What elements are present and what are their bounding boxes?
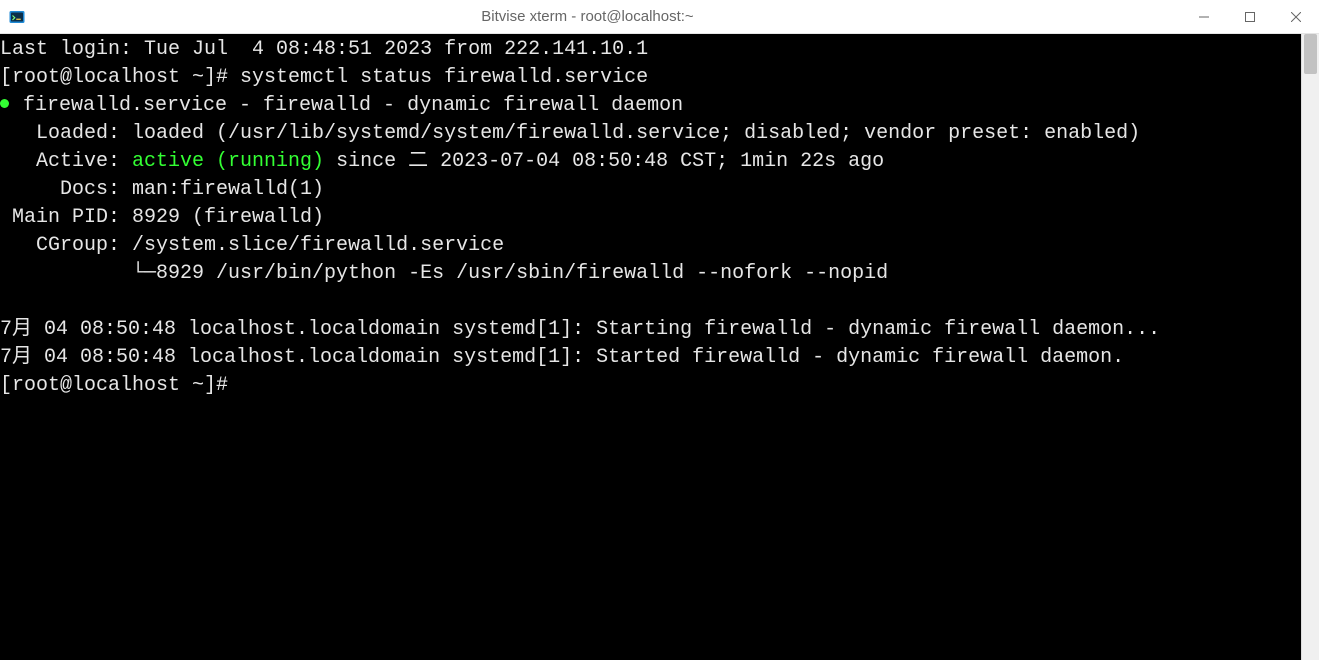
minimize-button[interactable] — [1181, 0, 1227, 34]
scrollbar-thumb[interactable] — [1304, 34, 1317, 74]
close-icon — [1291, 12, 1301, 22]
docs-line: Docs: man:firewalld(1) — [0, 178, 324, 201]
prompt-line-1: [root@localhost ~]# systemctl status fir… — [0, 66, 648, 89]
last-login-line: Last login: Tue Jul 4 08:48:51 2023 from… — [0, 38, 648, 61]
app-icon — [0, 0, 34, 34]
main-pid-line: Main PID: 8929 (firewalld) — [0, 206, 324, 229]
window-controls — [1181, 0, 1319, 34]
window-titlebar: Bitvise xterm - root@localhost:~ — [0, 0, 1319, 34]
command-1: systemctl status firewalld.service — [240, 66, 648, 89]
log-line-2: 7月 04 08:50:48 localhost.localdomain sys… — [0, 346, 1124, 369]
window-title: Bitvise xterm - root@localhost:~ — [34, 8, 1181, 25]
close-button[interactable] — [1273, 0, 1319, 34]
active-label: Active: — [0, 150, 132, 173]
cgroup-line: CGroup: /system.slice/firewalld.service — [0, 234, 504, 257]
cgroup-child-line: └─8929 /usr/bin/python -Es /usr/sbin/fir… — [0, 262, 888, 285]
bitvise-icon — [8, 8, 26, 26]
log-line-1: 7月 04 08:50:48 localhost.localdomain sys… — [0, 318, 1160, 341]
unit-text: firewalld.service - firewalld - dynamic … — [11, 94, 683, 117]
terminal[interactable]: Last login: Tue Jul 4 08:48:51 2023 from… — [0, 34, 1301, 660]
status-dot-icon — [0, 99, 9, 108]
prompt-1: [root@localhost ~]# — [0, 66, 240, 89]
service-unit-line: firewalld.service - firewalld - dynamic … — [0, 94, 683, 117]
maximize-icon — [1245, 12, 1255, 22]
active-rest: since 二 2023-07-04 08:50:48 CST; 1min 22… — [324, 150, 884, 173]
prompt-line-2: [root@localhost ~]# — [0, 374, 228, 397]
terminal-container: Last login: Tue Jul 4 08:48:51 2023 from… — [0, 34, 1319, 660]
vertical-scrollbar[interactable] — [1301, 34, 1319, 660]
active-line: Active: active (running) since 二 2023-07… — [0, 150, 884, 173]
maximize-button[interactable] — [1227, 0, 1273, 34]
loaded-line: Loaded: loaded (/usr/lib/systemd/system/… — [0, 122, 1140, 145]
minimize-icon — [1199, 12, 1209, 22]
active-status: active (running) — [132, 150, 324, 173]
